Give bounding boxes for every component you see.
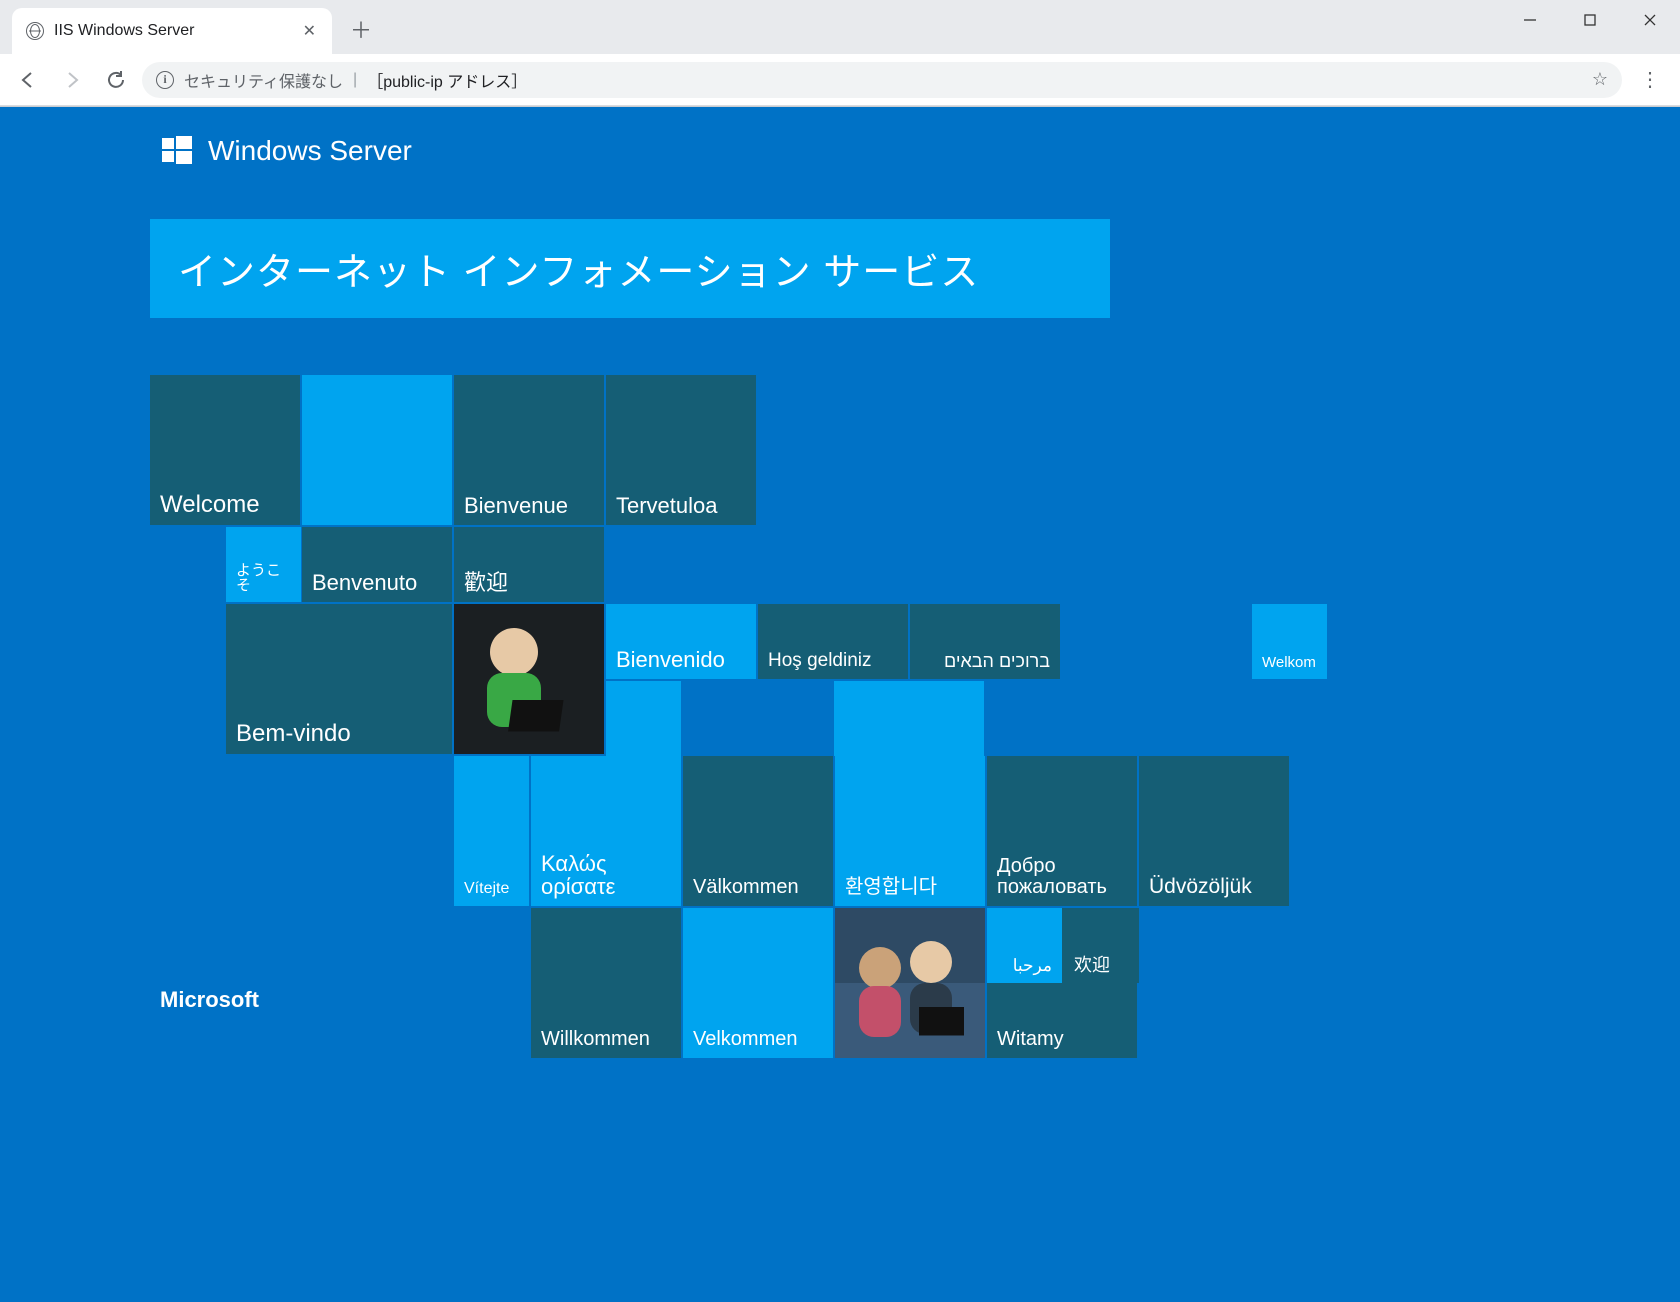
omnibox-divider: | xyxy=(353,71,357,89)
tile-benvenuto[interactable]: Benvenuto xyxy=(302,527,452,602)
person-laptop-icon xyxy=(454,604,604,754)
tile-bienvenido[interactable]: Bienvenido xyxy=(606,604,756,679)
toolbar: i セキュリティ保護なし | ［public-ip アドレス］ ☆ ⋮ xyxy=(0,54,1680,106)
globe-icon xyxy=(26,22,44,40)
tile-vitejte[interactable]: Vítejte xyxy=(454,756,529,906)
page-banner: インターネット インフォメーション サービス xyxy=(150,219,1110,318)
banner-text: インターネット インフォメーション サービス xyxy=(178,252,979,294)
tile-dobro[interactable]: Добро пожаловать xyxy=(987,756,1137,906)
tile-hos[interactable]: Hoş geldiniz xyxy=(758,604,908,679)
back-button[interactable] xyxy=(10,62,46,98)
tile-youkoso[interactable]: ようこそ xyxy=(226,527,301,602)
tile-huanying-simp[interactable]: 欢迎 xyxy=(1064,908,1139,983)
browser-menu-button[interactable]: ⋮ xyxy=(1630,62,1670,98)
header-text: Windows Server xyxy=(208,135,412,167)
tile-udvozoljuk[interactable]: Üdvözöljük xyxy=(1139,756,1289,906)
address-bar[interactable]: i セキュリティ保護なし | ［public-ip アドレス］ ☆ xyxy=(142,62,1622,98)
close-tab-icon[interactable]: ✕ xyxy=(303,21,316,41)
tile-blank-3[interactable] xyxy=(834,681,984,756)
microsoft-footer[interactable]: Microsoft xyxy=(160,987,259,1013)
tile-arabic[interactable]: مرحبا xyxy=(987,908,1062,983)
tile-huanying-trad[interactable]: 歡迎 xyxy=(454,527,604,602)
browser-chrome: IIS Windows Server ✕ ＋ i セキュリティ保 xyxy=(0,0,1680,107)
info-icon[interactable]: i xyxy=(156,71,174,89)
tile-image-1[interactable] xyxy=(454,604,604,754)
minimize-button[interactable] xyxy=(1500,0,1560,40)
people-laptop-icon xyxy=(835,908,985,1058)
tile-bienvenue[interactable]: Bienvenue xyxy=(454,375,604,525)
new-tab-button[interactable]: ＋ xyxy=(342,10,380,48)
browser-tab[interactable]: IIS Windows Server ✕ xyxy=(12,8,332,54)
tile-bemvindo[interactable]: Bem-vindo xyxy=(226,604,452,754)
tile-image-2[interactable] xyxy=(835,908,985,1058)
tiles-grid: Welcome Bienvenue Tervetuloa ようこそ Benven… xyxy=(150,375,1350,1015)
tile-velkommen[interactable]: Velkommen xyxy=(683,908,833,1058)
close-window-button[interactable] xyxy=(1620,0,1680,40)
security-status: セキュリティ保護なし xyxy=(184,68,343,92)
tile-valkommen[interactable]: Välkommen xyxy=(683,756,833,906)
microsoft-label: Microsoft xyxy=(160,987,259,1012)
tile-tervetuloa[interactable]: Tervetuloa xyxy=(606,375,756,525)
tile-korean[interactable]: 환영합니다 xyxy=(835,756,985,906)
window-controls xyxy=(1500,0,1680,40)
tile-welkom[interactable]: Welkom xyxy=(1252,604,1327,679)
tile-willkommen[interactable]: Willkommen xyxy=(531,908,681,1058)
windows-logo-icon xyxy=(162,136,192,166)
tile-blank-1[interactable] xyxy=(302,375,452,525)
tile-blank-2[interactable] xyxy=(606,681,681,756)
tile-welcome-en[interactable]: Welcome xyxy=(150,375,300,525)
tab-title: IIS Windows Server xyxy=(54,22,293,40)
tile-hebrew[interactable]: ברוכים הבאים xyxy=(910,604,1060,679)
url-text: ［public-ip アドレス］ xyxy=(367,68,527,92)
tile-kalos[interactable]: Καλώς ορίσατε xyxy=(531,756,681,906)
titlebar: IIS Windows Server ✕ ＋ xyxy=(0,0,1680,54)
page-content: Windows Server インターネット インフォメーション サービス We… xyxy=(0,107,1680,1302)
bookmark-star-icon[interactable]: ☆ xyxy=(1592,69,1608,90)
forward-button[interactable] xyxy=(54,62,90,98)
maximize-button[interactable] xyxy=(1560,0,1620,40)
page-header: Windows Server xyxy=(0,107,1680,167)
reload-button[interactable] xyxy=(98,62,134,98)
